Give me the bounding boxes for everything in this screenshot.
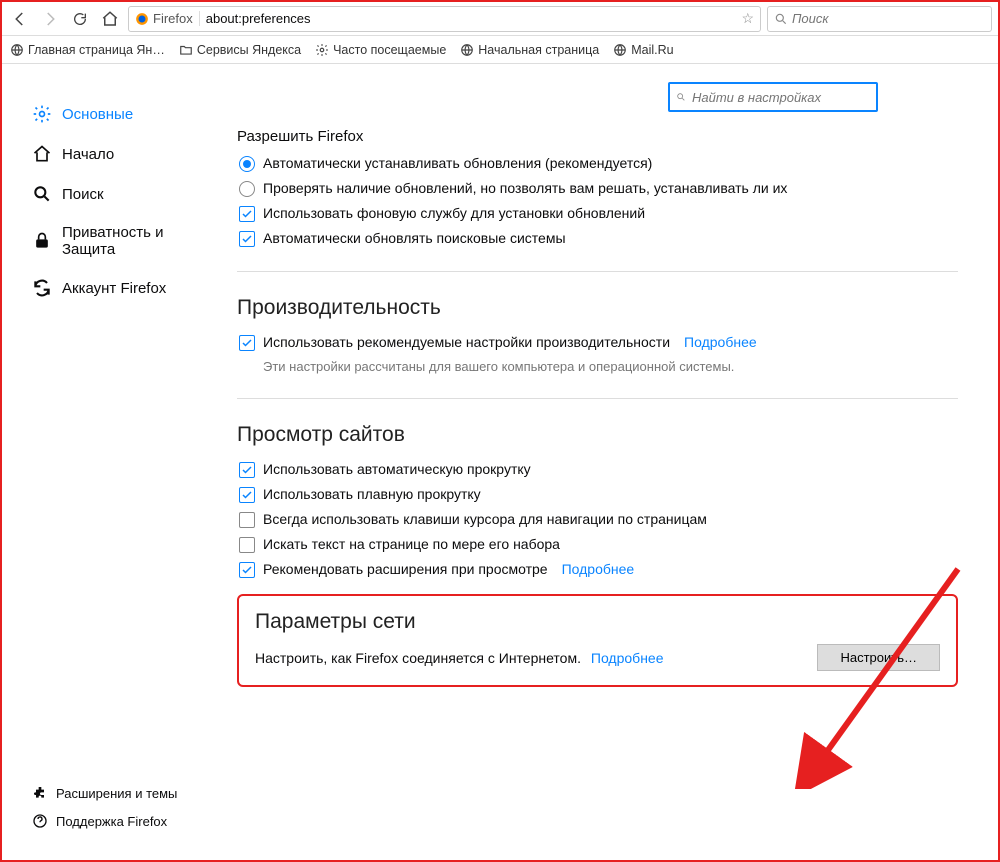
divider	[237, 271, 958, 272]
find-input[interactable]	[692, 90, 870, 105]
network-highlight-box: Параметры сети Настроить, как Firefox со…	[237, 594, 958, 687]
network-learn-more-link[interactable]: Подробнее	[591, 650, 664, 666]
perf-learn-more-link[interactable]: Подробнее	[684, 334, 757, 350]
check-background-service[interactable]: Использовать фоновую службу для установк…	[239, 205, 958, 222]
sidebar-item-account[interactable]: Аккаунт Firefox	[32, 268, 217, 308]
identity-label: Firefox	[153, 11, 193, 26]
checkbox-icon	[239, 537, 255, 553]
bookmark-item[interactable]: Сервисы Яндекса	[179, 43, 301, 57]
network-heading: Параметры сети	[255, 610, 940, 634]
checkmark-icon	[239, 231, 255, 247]
preferences-main: Разрешить Firefox Автоматически устанавл…	[217, 64, 998, 860]
bookmarks-bar: Главная страница Ян… Сервисы Яндекса Час…	[2, 36, 998, 64]
reload-button[interactable]	[68, 7, 92, 31]
radio-icon	[239, 156, 255, 172]
bookmark-item[interactable]: Mail.Ru	[613, 43, 673, 57]
browser-toolbar: Firefox about:preferences ☆	[2, 2, 998, 36]
checkmark-icon	[239, 206, 255, 222]
lock-icon	[32, 231, 52, 251]
url-text: about:preferences	[206, 11, 742, 26]
forward-button[interactable]	[38, 7, 62, 31]
checkmark-icon	[239, 562, 255, 578]
globe-icon	[10, 43, 24, 57]
sidebar-item-search[interactable]: Поиск	[32, 174, 217, 214]
check-recommend-extensions[interactable]: Рекомендовать расширения при просмотреПо…	[239, 561, 958, 578]
performance-heading: Производительность	[237, 296, 958, 320]
browsing-heading: Просмотр сайтов	[237, 423, 958, 447]
checkmark-icon	[239, 462, 255, 478]
updates-title: Разрешить Firefox	[237, 128, 958, 145]
home-button[interactable]	[98, 7, 122, 31]
check-autoscroll[interactable]: Использовать автоматическую прокрутку	[239, 461, 958, 478]
bookmark-item[interactable]: Часто посещаемые	[315, 43, 446, 57]
help-icon	[32, 813, 48, 829]
check-smooth-scroll[interactable]: Использовать плавную прокрутку	[239, 486, 958, 503]
gear-icon	[32, 104, 52, 124]
url-bar[interactable]: Firefox about:preferences ☆	[128, 6, 761, 32]
find-in-preferences[interactable]	[668, 82, 878, 112]
perf-description: Эти настройки рассчитаны для вашего комп…	[263, 359, 958, 374]
check-find-as-you-type[interactable]: Искать текст на странице по мере его наб…	[239, 536, 958, 553]
back-button[interactable]	[8, 7, 32, 31]
radio-check-only[interactable]: Проверять наличие обновлений, но позволя…	[239, 180, 958, 197]
network-settings-button[interactable]: Настроить…	[817, 644, 940, 671]
sidebar-item-home[interactable]: Начало	[32, 134, 217, 174]
sync-icon	[32, 278, 52, 298]
sidebar-item-privacy[interactable]: Приватность и Защита	[32, 214, 217, 268]
divider	[237, 398, 958, 399]
sidebar-extensions[interactable]: Расширения и темы	[32, 779, 217, 807]
bookmark-item[interactable]: Главная страница Ян…	[10, 43, 165, 57]
network-description: Настроить, как Firefox соединяется с Инт…	[255, 650, 664, 666]
check-update-search-engines[interactable]: Автоматически обновлять поисковые систем…	[239, 230, 958, 247]
search-icon	[774, 12, 788, 26]
check-cursor-nav[interactable]: Всегда использовать клавиши курсора для …	[239, 511, 958, 528]
radio-icon	[239, 181, 255, 197]
home-icon	[32, 144, 52, 164]
checkmark-icon	[239, 487, 255, 503]
globe-icon	[613, 43, 627, 57]
checkbox-icon	[239, 512, 255, 528]
check-recommended-perf[interactable]: Использовать рекомендуемые настройки про…	[239, 334, 958, 351]
checkmark-icon	[239, 335, 255, 351]
search-icon	[676, 90, 686, 104]
sidebar-support[interactable]: Поддержка Firefox	[32, 807, 217, 835]
search-icon	[32, 184, 52, 204]
sidebar-item-general[interactable]: Основные	[32, 94, 217, 134]
identity-box: Firefox	[135, 11, 200, 26]
preferences-sidebar: Основные Начало Поиск Приватность и Защи…	[2, 64, 217, 860]
gear-icon	[315, 43, 329, 57]
puzzle-icon	[32, 785, 48, 801]
globe-icon	[460, 43, 474, 57]
search-input[interactable]	[792, 11, 985, 26]
firefox-icon	[135, 12, 149, 26]
radio-auto-install[interactable]: Автоматически устанавливать обновления (…	[239, 155, 958, 172]
bookmark-item[interactable]: Начальная страница	[460, 43, 599, 57]
search-bar[interactable]	[767, 6, 992, 32]
folder-icon	[179, 43, 193, 57]
bookmark-star-icon[interactable]: ☆	[741, 10, 754, 27]
browsing-learn-more-link[interactable]: Подробнее	[562, 561, 635, 577]
